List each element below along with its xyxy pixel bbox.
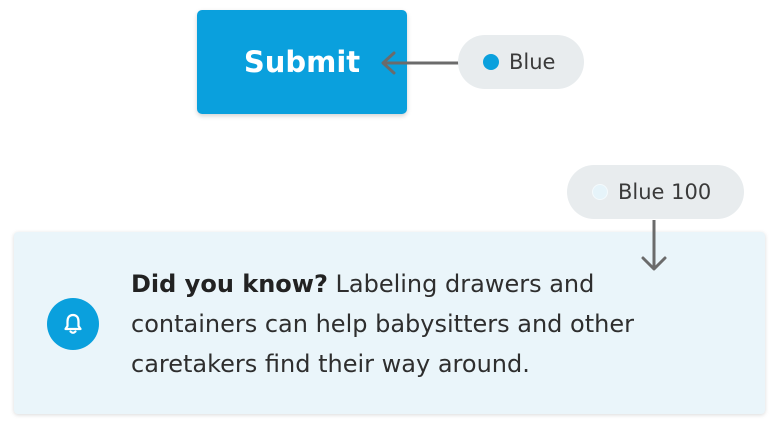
bell-badge	[47, 298, 99, 350]
arrow-to-submit-icon	[381, 51, 460, 75]
color-swatch-blue-100	[592, 184, 608, 200]
arrow-to-card-icon	[641, 220, 667, 271]
color-label-blue: Blue	[458, 35, 584, 89]
color-label-blue-100: Blue 100	[567, 165, 744, 219]
color-label-text: Blue 100	[618, 180, 712, 204]
color-swatch-blue	[483, 54, 499, 70]
info-message: Did you know? Labeling drawers and conta…	[131, 264, 721, 384]
color-label-text: Blue	[509, 50, 556, 74]
annotation-canvas: Submit Blue Blue 100 Did you know? Label…	[0, 0, 779, 434]
info-heading: Did you know?	[131, 270, 328, 298]
bell-icon	[64, 313, 82, 334]
submit-button[interactable]: Submit	[197, 10, 407, 114]
